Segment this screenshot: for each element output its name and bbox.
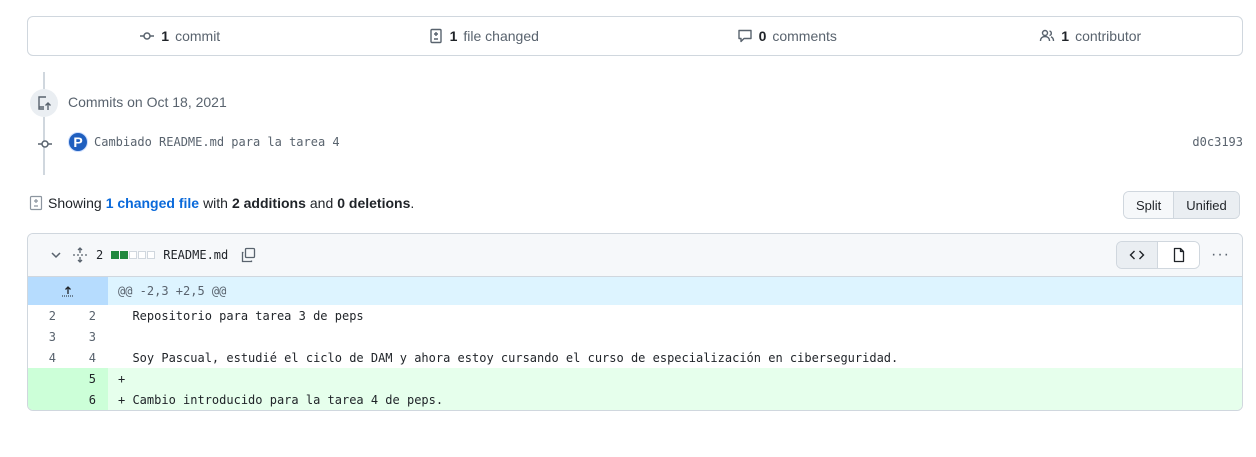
line-code: + Cambio introducido para la tarea 4 de … — [108, 389, 1242, 410]
author-avatar[interactable]: P — [68, 132, 88, 152]
file-diff-icon — [29, 195, 43, 211]
new-line-number[interactable]: 4 — [68, 347, 108, 368]
file-diff: 2 README.md ··· @@ -2,3 +2,5 @@ 22 Repos… — [27, 233, 1243, 411]
diff-line: 44 Soy Pascual, estudié el ciclo de DAM … — [28, 347, 1242, 368]
file-icon — [1173, 247, 1184, 263]
new-line-number[interactable]: 5 — [68, 368, 108, 389]
old-line-number[interactable]: 3 — [28, 326, 68, 347]
new-line-number[interactable]: 3 — [68, 326, 108, 347]
commit-message-link[interactable]: Cambiado README.md para la tarea 4 — [94, 135, 340, 149]
line-code: Repositorio para tarea 3 de peps — [118, 308, 364, 323]
diff-line: 22 Repositorio para tarea 3 de peps — [28, 305, 1242, 326]
contributors-count[interactable]: 1 contributor — [939, 17, 1243, 55]
diff-line: 5 + — [28, 368, 1242, 389]
commit-sha-link[interactable]: d0c3193 — [1192, 135, 1243, 149]
old-line-number[interactable] — [28, 389, 68, 410]
repo-push-icon — [30, 89, 58, 117]
file-diff-icon — [429, 28, 442, 44]
expand-all-icon[interactable] — [72, 247, 88, 263]
line-code: + — [108, 368, 1242, 389]
people-icon — [1040, 29, 1055, 42]
commits-date-heading: Commits on Oct 18, 2021 — [68, 94, 227, 110]
old-line-number[interactable] — [28, 368, 68, 389]
file-name-link[interactable]: README.md — [163, 248, 228, 262]
view-mode-buttons — [1116, 241, 1200, 269]
rich-view-button[interactable] — [1158, 242, 1199, 268]
code-icon — [1129, 250, 1145, 260]
new-line-number[interactable]: 6 — [68, 389, 108, 410]
comment-icon — [737, 29, 752, 43]
changes-count: 2 — [96, 248, 104, 262]
commit-icon — [37, 140, 53, 148]
file-header: 2 README.md ··· — [28, 234, 1242, 277]
hunk-header: @@ -2,3 +2,5 @@ — [28, 277, 1242, 305]
more-options-button[interactable]: ··· — [1211, 246, 1230, 264]
split-button[interactable]: Split — [1124, 192, 1174, 218]
diff-line: 33 — [28, 326, 1242, 347]
expand-up-icon[interactable] — [28, 277, 108, 305]
timeline-line — [43, 72, 45, 89]
diff-stats: Showing 1 changed file with 2 additions … — [28, 195, 414, 211]
compare-summary: 1 commit 1 file changed 0 comments 1 contrib… — [27, 16, 1243, 56]
diff-view-toggle: Split Unified — [1123, 191, 1240, 219]
diff-line: 6 + Cambio introducido para la tarea 4 de… — [28, 389, 1242, 410]
line-code: Soy Pascual, estudié el ciclo de DAM y a… — [118, 350, 899, 365]
new-line-number[interactable]: 2 — [68, 305, 108, 326]
old-line-number[interactable]: 2 — [28, 305, 68, 326]
files-changed-count[interactable]: 1 file changed — [332, 17, 636, 55]
line-code — [108, 326, 1242, 347]
copy-icon[interactable] — [240, 247, 256, 263]
old-line-number[interactable]: 4 — [28, 347, 68, 368]
diffstat-bar — [111, 251, 156, 259]
code-view-button[interactable] — [1117, 242, 1158, 268]
commits-count[interactable]: 1 commit — [28, 17, 332, 55]
changed-files-link[interactable]: 1 changed file — [106, 195, 199, 211]
comments-count[interactable]: 0 comments — [635, 17, 939, 55]
unified-button[interactable]: Unified — [1173, 192, 1239, 218]
commit-icon — [140, 32, 155, 40]
chevron-down-icon[interactable] — [48, 247, 64, 263]
